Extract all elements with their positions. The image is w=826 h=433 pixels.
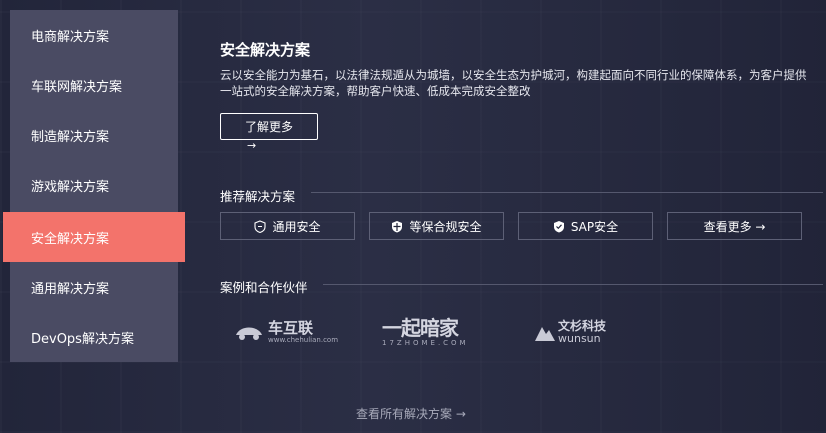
- button-label: 通用安全: [272, 219, 321, 234]
- arrow-right-icon: →: [247, 139, 257, 152]
- page-title: 安全解决方案: [220, 41, 311, 59]
- partner-url: www.chehulian.com: [268, 336, 339, 344]
- sap-security-button[interactable]: SAP安全: [518, 212, 653, 240]
- sidebar-item-connected-vehicles[interactable]: 车联网解决方案: [10, 60, 178, 110]
- sidebar-item-manufacturing[interactable]: 制造解决方案: [10, 110, 178, 160]
- partner-logo-chehulian: 车互联 www.chehulian.com: [234, 312, 338, 352]
- section-divider: [311, 192, 823, 193]
- view-more-button[interactable]: 查看更多 →: [667, 212, 802, 240]
- recommended-heading: 推荐解决方案: [220, 189, 296, 204]
- sidebar-item-security[interactable]: 安全解决方案: [3, 212, 185, 262]
- sidebar-item-devops[interactable]: DevOps解决方案: [10, 312, 178, 362]
- partner-logo-17zhome: 一起暗家 17ZHOME.COM: [382, 312, 469, 352]
- partner-tagline: wunsun: [558, 332, 601, 345]
- view-all-solutions-link[interactable]: 查看所有解决方案 →: [356, 405, 466, 422]
- shield-cross-icon: [391, 220, 403, 233]
- car-logo-icon: [236, 327, 262, 340]
- sidebar-item-ecommerce[interactable]: 电商解决方案: [10, 10, 178, 60]
- learn-more-button[interactable]: 了解更多: [220, 113, 318, 140]
- general-security-button[interactable]: 通用安全: [220, 212, 355, 240]
- button-label: 查看更多 →: [703, 219, 766, 234]
- partner-name: 一起暗家: [382, 316, 459, 340]
- button-label: 等保合规安全: [409, 219, 482, 234]
- section-divider: [323, 284, 823, 285]
- partner-logo-wunsun: 文杉科技 wunsun: [534, 312, 606, 352]
- mountain-logo-icon: [535, 327, 555, 341]
- button-label: SAP安全: [570, 219, 619, 234]
- compliance-security-button[interactable]: 等保合规安全: [369, 212, 504, 240]
- solution-description: 云以安全能力为基石，以法律法规遁从为城墙，以安全生态为护城河，构建起面向不同行业…: [220, 68, 807, 98]
- solutions-sidebar: 电商解决方案 车联网解决方案 制造解决方案 游戏解决方案 安全解决方案 通用解决…: [3, 10, 185, 362]
- partner-name: 车互联: [268, 319, 314, 337]
- shield-filled-icon: [553, 220, 565, 233]
- sidebar-item-gaming[interactable]: 游戏解决方案: [10, 160, 178, 210]
- sidebar-item-general[interactable]: 通用解决方案: [10, 262, 178, 312]
- shield-outline-icon: [254, 219, 267, 233]
- partners-heading: 案例和合作伙伴: [220, 280, 308, 295]
- partner-url: 17ZHOME.COM: [382, 339, 469, 347]
